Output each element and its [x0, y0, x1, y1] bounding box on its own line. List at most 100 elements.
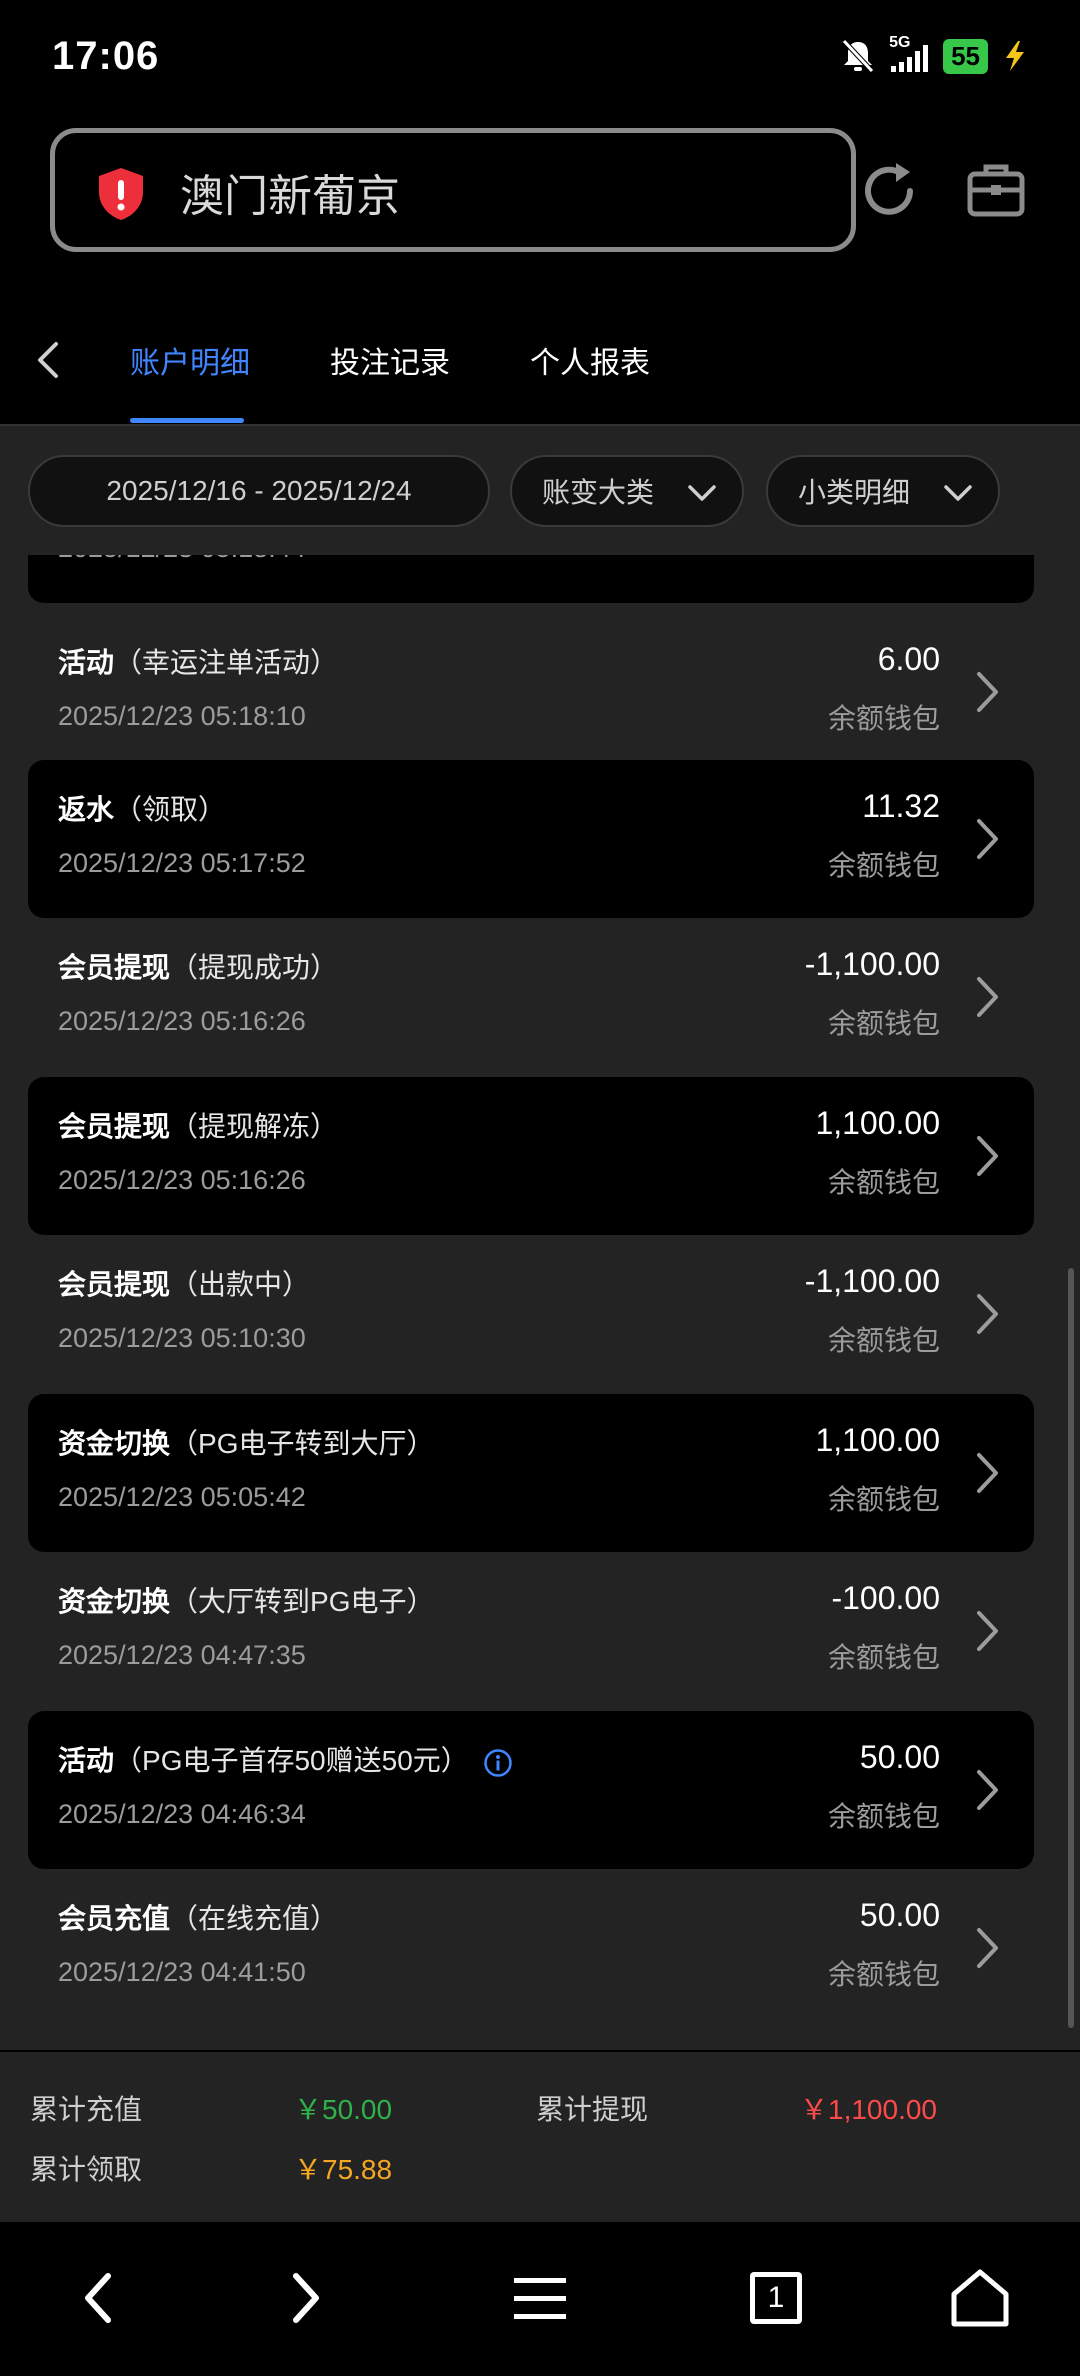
- transaction-amount: 50.00: [859, 1897, 940, 1933]
- chevron-right-icon[interactable]: [972, 669, 1002, 715]
- transaction-type: 会员充值: [58, 1903, 171, 1934]
- transaction-time: 2025/12/23 05:10:30: [58, 1323, 306, 1353]
- subcategory-filter[interactable]: 小类明细: [766, 455, 1000, 527]
- transaction-amount: 1,100.00: [815, 1422, 940, 1458]
- transaction-wallet: 余额钱包: [827, 1167, 940, 1198]
- transaction-type: 活动: [58, 647, 115, 678]
- list-item[interactable]: 返水（领取） 2025/12/23 05:17:52 11.32 余额钱包: [28, 760, 1034, 918]
- status-icons: 5G 55: [841, 34, 1028, 74]
- transaction-type: 资金切换: [58, 1428, 171, 1459]
- summary-panel: 累计充值 ￥50.00 累计提现 ￥1,100.00 累计领取 ￥75.88: [0, 2050, 1080, 2224]
- transaction-amount: 11.32: [862, 788, 940, 824]
- tabs-icon[interactable]: 1: [750, 2272, 802, 2324]
- back-chevron-icon[interactable]: [30, 338, 70, 382]
- total-claim-label: 累计领取: [30, 2154, 143, 2185]
- bottom-nav-bar: 1: [0, 2222, 1080, 2376]
- transaction-wallet: 余额钱包: [827, 703, 940, 734]
- category-filter[interactable]: 账变大类: [510, 455, 744, 527]
- transaction-time: 2025/12/23 05:16:26: [58, 1165, 306, 1195]
- reload-icon[interactable]: [858, 160, 920, 222]
- home-icon[interactable]: [950, 2268, 1010, 2328]
- briefcase-icon[interactable]: [966, 160, 1026, 220]
- transaction-time: 2025/12/23 04:47:35: [58, 1640, 306, 1670]
- mute-bell-icon: [842, 39, 874, 73]
- chevron-right-icon[interactable]: [972, 1925, 1002, 1971]
- site-title[interactable]: 澳门新葡京: [180, 160, 400, 224]
- transaction-time: 2025/12/23 05:18:44: [58, 555, 306, 564]
- transaction-type: 资金切换: [58, 1586, 171, 1617]
- list-item[interactable]: 活动（幸运注单活动） 2025/12/23 05:18:10 6.00 余额钱包: [28, 613, 1034, 771]
- status-time: 17:06: [52, 34, 160, 78]
- transaction-time: 2025/12/23 05:18:10: [58, 701, 306, 731]
- transaction-wallet: 余额钱包: [827, 1959, 940, 1990]
- total-deposit-label: 累计充值: [30, 2094, 143, 2125]
- security-shield-icon[interactable]: [96, 166, 146, 222]
- list-item[interactable]: 会员提现（出款中） 2025/12/23 05:10:30 -1,100.00 …: [28, 1235, 1034, 1393]
- tab-bet-records[interactable]: 投注记录: [330, 338, 450, 382]
- tab-personal-report[interactable]: 个人报表: [530, 338, 650, 382]
- transaction-time: 2025/12/23 04:41:50: [58, 1957, 306, 1987]
- back-icon[interactable]: [80, 2270, 120, 2326]
- list-item-partial[interactable]: 2025/12/23 05:18:44: [28, 555, 1034, 603]
- transaction-wallet: 余额钱包: [827, 1642, 940, 1673]
- address-bar[interactable]: [50, 128, 856, 252]
- transaction-wallet: 余额钱包: [827, 1325, 940, 1356]
- transaction-type: 会员提现: [58, 1111, 171, 1142]
- battery-icon: 55: [943, 38, 988, 74]
- tab-account-details[interactable]: 账户明细: [130, 338, 250, 382]
- chevron-right-icon[interactable]: [972, 816, 1002, 862]
- transaction-wallet: 余额钱包: [827, 1484, 940, 1515]
- total-deposit-value: ￥50.00: [294, 2094, 393, 2125]
- transaction-detail: （幸运注单活动）: [114, 647, 339, 678]
- active-tab-indicator: [130, 418, 244, 423]
- list-item[interactable]: 会员充值（在线充值） 2025/12/23 04:41:50 50.00 余额钱…: [28, 1869, 1034, 2027]
- transaction-time: 2025/12/23 05:17:52: [58, 848, 306, 878]
- list-item[interactable]: 会员提现（提现解冻） 2025/12/23 05:16:26 1,100.00 …: [28, 1077, 1034, 1235]
- transaction-detail: （提现解冻）: [170, 1111, 339, 1142]
- scrollbar[interactable]: [1068, 1268, 1074, 2028]
- chevron-down-icon: [688, 485, 716, 501]
- chevron-right-icon[interactable]: [972, 1450, 1002, 1496]
- transaction-detail: （PG电子首存50赠送50元）: [114, 1745, 469, 1776]
- transaction-detail: （PG电子转到大厅）: [170, 1428, 435, 1459]
- chevron-right-icon[interactable]: [972, 974, 1002, 1020]
- charging-bolt-icon: [1006, 41, 1024, 71]
- transaction-amount: -1,100.00: [804, 946, 940, 982]
- date-range-text: 2025/12/16 - 2025/12/24: [106, 475, 412, 506]
- transaction-detail: （领取）: [114, 794, 227, 825]
- chevron-right-icon[interactable]: [972, 1608, 1002, 1654]
- transaction-detail: （在线充值）: [170, 1903, 339, 1934]
- transaction-time: 2025/12/23 04:46:34: [58, 1799, 306, 1829]
- transaction-list[interactable]: 2025/12/23 05:18:44 活动（幸运注单活动） 2025/12/2…: [0, 555, 1080, 2045]
- transaction-time: 2025/12/23 05:05:42: [58, 1482, 306, 1512]
- chevron-down-icon: [944, 485, 972, 501]
- transaction-detail: （提现成功）: [170, 952, 339, 983]
- list-item[interactable]: 资金切换（大厅转到PG电子） 2025/12/23 04:47:35 -100.…: [28, 1552, 1034, 1710]
- chevron-right-icon[interactable]: [972, 1133, 1002, 1179]
- transaction-amount: 6.00: [877, 641, 940, 677]
- transaction-wallet: 余额钱包: [827, 1801, 940, 1832]
- transaction-amount: 1,100.00: [815, 1105, 940, 1141]
- total-withdraw-label: 累计提现: [536, 2094, 649, 2125]
- signal-icon: 5G: [889, 34, 929, 74]
- total-claim-value: ￥75.88: [294, 2154, 393, 2185]
- category-filter-label: 账变大类: [542, 477, 655, 508]
- info-icon[interactable]: [483, 1748, 513, 1778]
- list-item[interactable]: 活动（PG电子首存50赠送50元） 2025/12/23 04:46:34 50…: [28, 1711, 1034, 1869]
- transaction-type: 活动: [58, 1745, 115, 1776]
- forward-icon[interactable]: [284, 2270, 324, 2326]
- transaction-amount: -1,100.00: [804, 1263, 940, 1299]
- menu-icon[interactable]: [512, 2274, 568, 2324]
- list-item[interactable]: 会员提现（提现成功） 2025/12/23 05:16:26 -1,100.00…: [28, 918, 1034, 1076]
- chevron-right-icon[interactable]: [972, 1767, 1002, 1813]
- transaction-time: 2025/12/23 05:16:26: [58, 1006, 306, 1036]
- transaction-detail: （大厅转到PG电子）: [170, 1586, 435, 1617]
- transaction-amount: -100.00: [831, 1580, 940, 1616]
- date-range-filter[interactable]: 2025/12/16 - 2025/12/24: [28, 455, 490, 527]
- list-item[interactable]: 资金切换（PG电子转到大厅） 2025/12/23 05:05:42 1,100…: [28, 1394, 1034, 1552]
- tab-count: 1: [767, 2281, 785, 2314]
- transaction-detail: （出款中）: [170, 1269, 311, 1300]
- chevron-right-icon[interactable]: [972, 1291, 1002, 1337]
- total-withdraw-value: ￥1,100.00: [800, 2094, 937, 2125]
- transaction-amount: 50.00: [859, 1739, 940, 1775]
